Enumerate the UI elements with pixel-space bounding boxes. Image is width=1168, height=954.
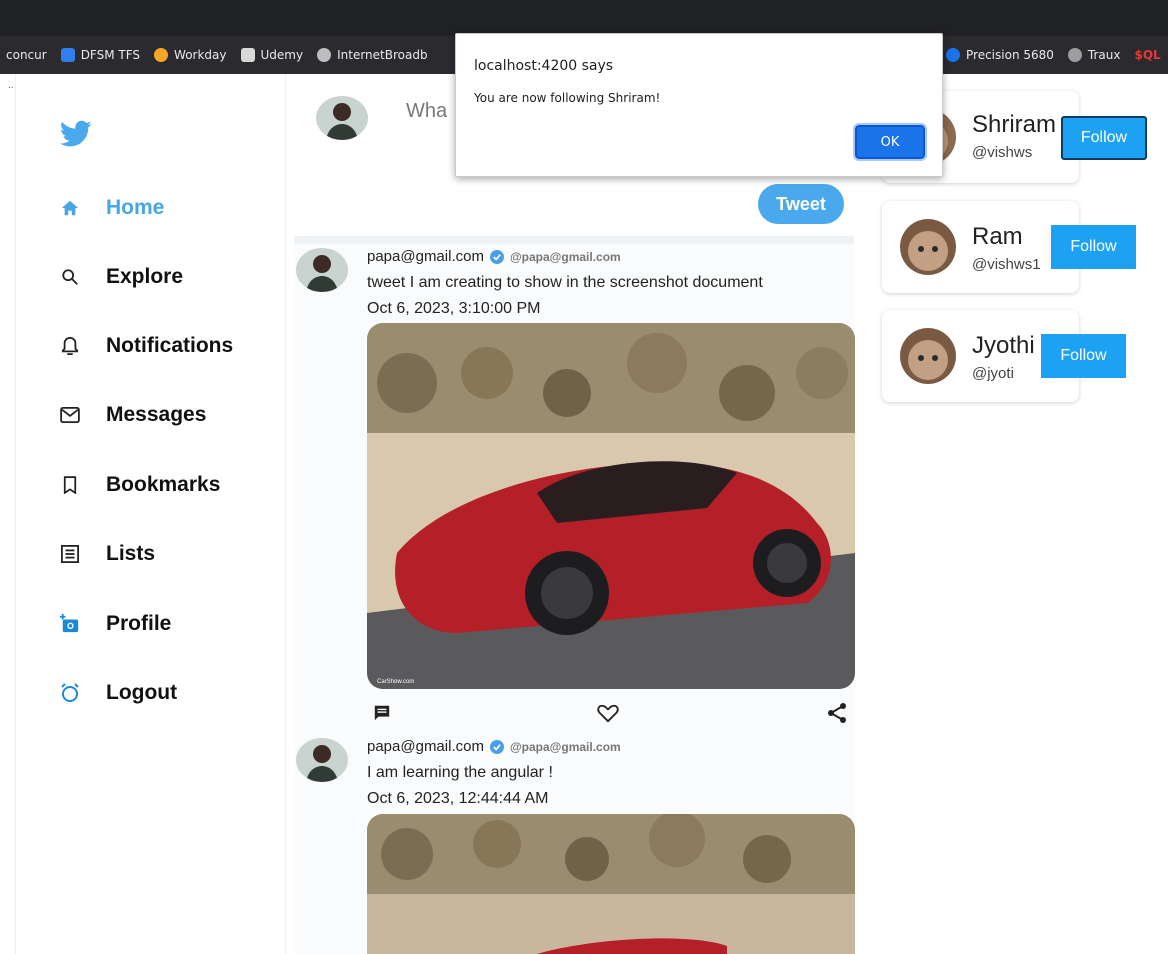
search-icon: [60, 267, 80, 287]
home-icon: [60, 198, 80, 218]
sidebar: Home Explore Notifications Messages Book…: [16, 74, 286, 954]
bookmark-traux[interactable]: Traux: [1067, 48, 1120, 62]
post-avatar: [296, 738, 348, 782]
tweet-post: papa@gmail.com @papa@gmail.com tweet I a…: [294, 244, 855, 734]
post-date: Oct 6, 2023, 3:10:00 PM: [367, 300, 541, 317]
tweet-button[interactable]: Tweet: [758, 184, 844, 224]
verified-icon: [489, 249, 504, 264]
post-username[interactable]: papa@gmail.com: [367, 738, 484, 755]
add-photo-icon: [60, 614, 80, 634]
suggestion-avatar: [900, 219, 956, 275]
post-username[interactable]: papa@gmail.com: [367, 248, 484, 265]
bookmark-dfsm-tfs[interactable]: DFSM TFS: [60, 48, 140, 62]
sidebar-item-bookmarks[interactable]: Bookmarks: [60, 465, 220, 505]
follow-button[interactable]: Follow: [1041, 334, 1126, 378]
post-handle: @papa@gmail.com: [509, 249, 621, 264]
suggestion-handle: @jyoti: [972, 365, 1014, 382]
post-date: Oct 6, 2023, 12:44:44 AM: [367, 790, 549, 807]
post-text: tweet I am creating to show in the scree…: [367, 274, 763, 291]
sidebar-item-messages[interactable]: Messages: [60, 395, 206, 435]
bell-icon: [60, 336, 80, 356]
list-icon: [60, 544, 80, 564]
workday-icon: [154, 48, 169, 62]
follow-button[interactable]: Follow: [1051, 225, 1136, 269]
twitter-logo-icon[interactable]: [60, 120, 92, 148]
bookmark-sql[interactable]: $QL: [1134, 48, 1160, 62]
ok-button[interactable]: OK: [853, 123, 927, 161]
dialog-message: You are now following Shriram!: [474, 91, 661, 105]
bookmark-icon: [60, 475, 80, 495]
compose-input[interactable]: Wha: [406, 100, 447, 123]
suggestion-name: Shriram: [972, 111, 1057, 138]
sidebar-item-profile[interactable]: Profile: [60, 604, 171, 644]
suggestion-card: Ram @vishws1: [882, 201, 1079, 293]
suggestion-avatar: [900, 328, 956, 384]
globe-icon: [317, 48, 332, 62]
post-text: I am learning the angular !: [367, 764, 553, 781]
app-page: .. Home Explore Notifications Messages B…: [0, 74, 1168, 954]
share-icon[interactable]: [827, 703, 847, 728]
dell-icon: [946, 48, 960, 62]
mail-icon: [60, 405, 80, 425]
suggestion-handle: @vishws: [972, 144, 1033, 161]
bookmark-precision[interactable]: Precision 5680: [946, 48, 1054, 62]
post-header: papa@gmail.com @papa@gmail.com: [367, 738, 621, 755]
post-image[interactable]: CarShow.com: [367, 323, 855, 689]
compose-avatar: [316, 96, 368, 140]
sidebar-item-notifications[interactable]: Notifications: [60, 326, 233, 366]
comment-icon[interactable]: [373, 704, 391, 727]
image-credit: CarShow.com: [377, 679, 415, 685]
sidebar-item-lists[interactable]: Lists: [60, 534, 155, 574]
bookmark-udemy[interactable]: Udemy: [240, 48, 303, 62]
udemy-icon: [240, 48, 255, 62]
sidebar-item-explore[interactable]: Explore: [60, 257, 183, 297]
post-handle: @papa@gmail.com: [509, 739, 621, 754]
bookmark-internet[interactable]: InternetBroadb: [317, 48, 428, 62]
post-header: papa@gmail.com @papa@gmail.com: [367, 248, 621, 265]
tfs-icon: [60, 48, 75, 62]
left-gutter: ..: [0, 74, 16, 954]
bookmark-concur[interactable]: concur: [6, 48, 47, 62]
follow-button[interactable]: Follow: [1061, 116, 1147, 160]
feed: Wha Tweet papa@gmail.com @papa@gmail.com…: [286, 74, 856, 954]
traux-icon: [1067, 48, 1082, 62]
sidebar-item-logout[interactable]: Logout: [60, 673, 177, 713]
alert-dialog: localhost:4200 says You are now followin…: [455, 33, 943, 177]
dialog-title: localhost:4200 says: [474, 58, 614, 74]
feed-divider: [294, 236, 854, 244]
bookmark-workday[interactable]: Workday: [154, 48, 227, 62]
browser-title-bar: [0, 0, 1168, 36]
tweet-post: papa@gmail.com @papa@gmail.com I am lear…: [294, 734, 855, 954]
suggestion-handle: @vishws1: [972, 256, 1041, 273]
logout-icon: [60, 683, 80, 703]
suggestion-name: Jyothi: [972, 332, 1035, 359]
verified-icon: [489, 739, 504, 754]
post-avatar: [296, 248, 348, 292]
heart-icon[interactable]: [597, 703, 619, 728]
sidebar-item-home[interactable]: Home: [60, 188, 164, 228]
post-actions: [367, 700, 855, 728]
suggestion-name: Ram: [972, 223, 1023, 250]
post-image[interactable]: [367, 814, 855, 954]
